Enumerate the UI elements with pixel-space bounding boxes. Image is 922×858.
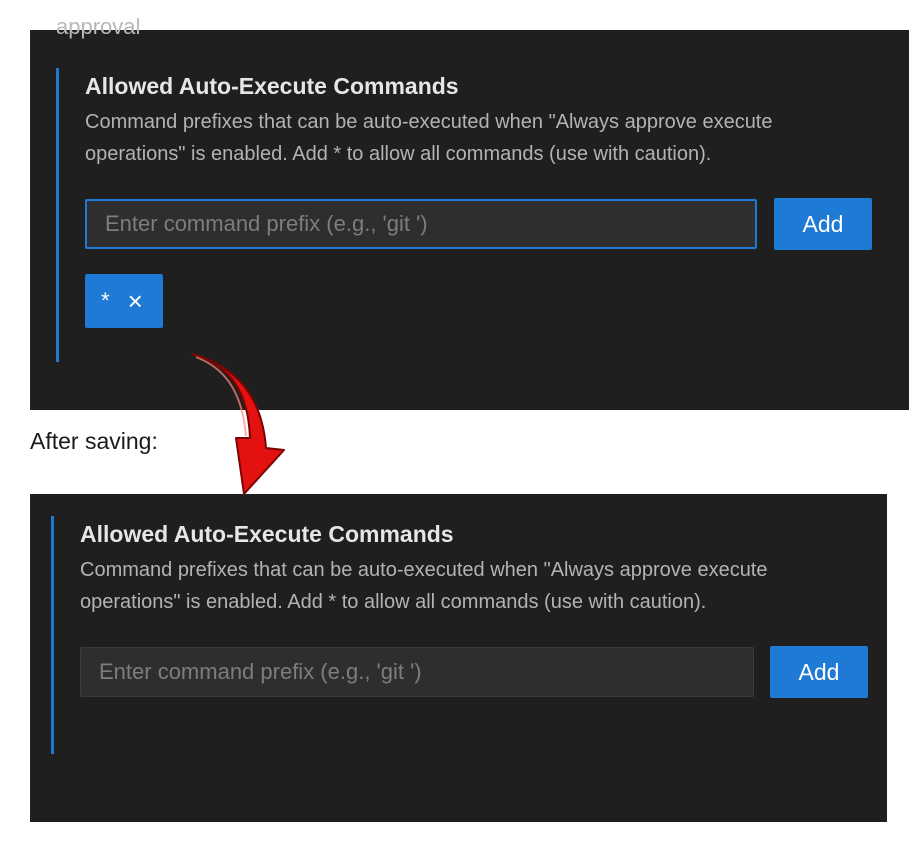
section-description: Command prefixes that can be auto-execut… [80, 559, 768, 613]
curved-down-arrow-icon [191, 353, 285, 495]
allowed-commands-section: Allowed Auto-Execute Commands Command pr… [56, 68, 885, 362]
section-title: Allowed Auto-Execute Commands [80, 521, 454, 547]
previous-section-heading: approval [56, 14, 141, 39]
command-prefix-input[interactable] [85, 199, 757, 249]
comparison-screenshot: approval Allowed Auto-Execute Commands C… [0, 0, 922, 858]
after-saving-caption: After saving: [30, 428, 158, 454]
add-command-button[interactable]: Add [774, 198, 872, 250]
command-prefix-input[interactable] [80, 647, 754, 697]
chip-label: * [101, 288, 110, 313]
allowed-commands-section: Allowed Auto-Execute Commands Command pr… [51, 516, 880, 754]
section-description: Command prefixes that can be auto-execut… [85, 111, 773, 165]
command-input-row: Add [85, 198, 885, 250]
close-icon[interactable]: × [128, 288, 143, 314]
command-input-row: Add [80, 646, 880, 698]
settings-panel-after: Allowed Auto-Execute Commands Command pr… [30, 494, 887, 822]
section-title: Allowed Auto-Execute Commands [85, 73, 459, 99]
command-chip: * × [85, 274, 163, 328]
settings-panel-before: approval Allowed Auto-Execute Commands C… [30, 14, 909, 410]
add-command-button[interactable]: Add [770, 646, 868, 698]
